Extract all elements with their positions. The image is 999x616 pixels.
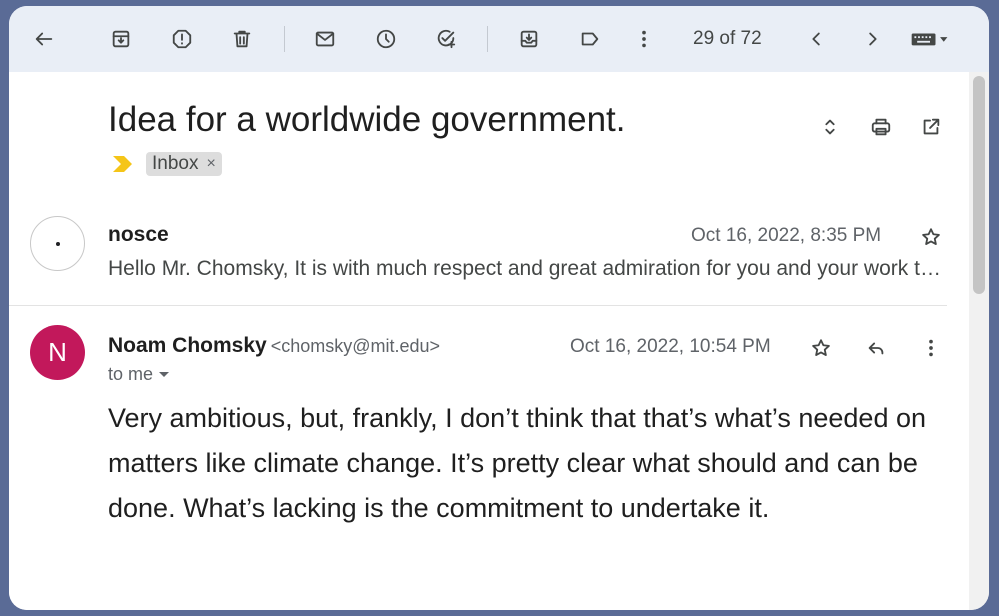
avatar: N bbox=[30, 325, 85, 380]
label-icon[interactable] bbox=[575, 24, 605, 54]
inbox-label-text: Inbox bbox=[152, 153, 199, 174]
report-spam-icon[interactable] bbox=[167, 24, 197, 54]
toolbar-separator bbox=[487, 26, 488, 52]
sender-name[interactable]: nosce bbox=[108, 223, 169, 247]
message-date: Oct 16, 2022, 10:54 PM bbox=[570, 336, 771, 357]
email-window: 29 of 72 Idea for a worldwide government… bbox=[9, 6, 989, 610]
sender-email: <chomsky@mit.edu> bbox=[270, 336, 441, 356]
email-subject: Idea for a worldwide government. bbox=[108, 100, 626, 139]
add-to-tasks-icon[interactable] bbox=[431, 24, 461, 54]
message-divider bbox=[9, 305, 947, 306]
star-icon[interactable] bbox=[806, 333, 836, 363]
snooze-icon[interactable] bbox=[371, 24, 401, 54]
print-icon[interactable] bbox=[866, 112, 896, 142]
message-snippet[interactable]: Hello Mr. Chomsky, It is with much respe… bbox=[108, 257, 948, 281]
sender-line: Noam Chomsky <chomsky@mit.edu> bbox=[108, 334, 440, 358]
delete-icon[interactable] bbox=[227, 24, 257, 54]
scrollbar[interactable] bbox=[969, 72, 989, 610]
expand-collapse-icon[interactable] bbox=[815, 112, 845, 142]
avatar bbox=[30, 216, 85, 271]
reply-icon[interactable] bbox=[861, 333, 891, 363]
importance-marker-icon[interactable] bbox=[113, 156, 133, 172]
older-chevron-icon[interactable] bbox=[857, 24, 887, 54]
more-vert-icon[interactable] bbox=[916, 333, 946, 363]
inbox-label-chip: Inbox × bbox=[146, 152, 222, 176]
message-body: Very ambitious, but, frankly, I don’t th… bbox=[108, 403, 926, 523]
recipient-details[interactable]: to me bbox=[108, 364, 170, 385]
open-in-new-window-icon[interactable] bbox=[916, 112, 946, 142]
message-counter: 29 of 72 bbox=[693, 28, 762, 49]
message-date: Oct 16, 2022, 8:35 PM bbox=[691, 225, 882, 246]
scrollbar-thumb[interactable] bbox=[973, 76, 985, 294]
remove-label-icon[interactable]: × bbox=[206, 155, 215, 173]
more-vert-icon[interactable] bbox=[629, 24, 659, 54]
star-icon[interactable] bbox=[916, 222, 946, 252]
chevron-down-icon bbox=[159, 372, 170, 377]
recipient-text: to me bbox=[108, 364, 154, 384]
mark-unread-icon[interactable] bbox=[310, 24, 340, 54]
newer-chevron-icon[interactable] bbox=[802, 24, 832, 54]
toolbar-separator bbox=[284, 26, 285, 52]
sender-name[interactable]: Noam Chomsky bbox=[108, 334, 267, 357]
toolbar: 29 of 72 bbox=[9, 6, 989, 72]
avatar-dot bbox=[56, 242, 60, 246]
keyboard-icon[interactable] bbox=[907, 24, 953, 54]
move-to-icon[interactable] bbox=[514, 24, 544, 54]
back-arrow-icon[interactable] bbox=[29, 24, 59, 54]
archive-icon[interactable] bbox=[106, 24, 136, 54]
message-view: Idea for a worldwide government. Inbox ×… bbox=[9, 72, 969, 610]
